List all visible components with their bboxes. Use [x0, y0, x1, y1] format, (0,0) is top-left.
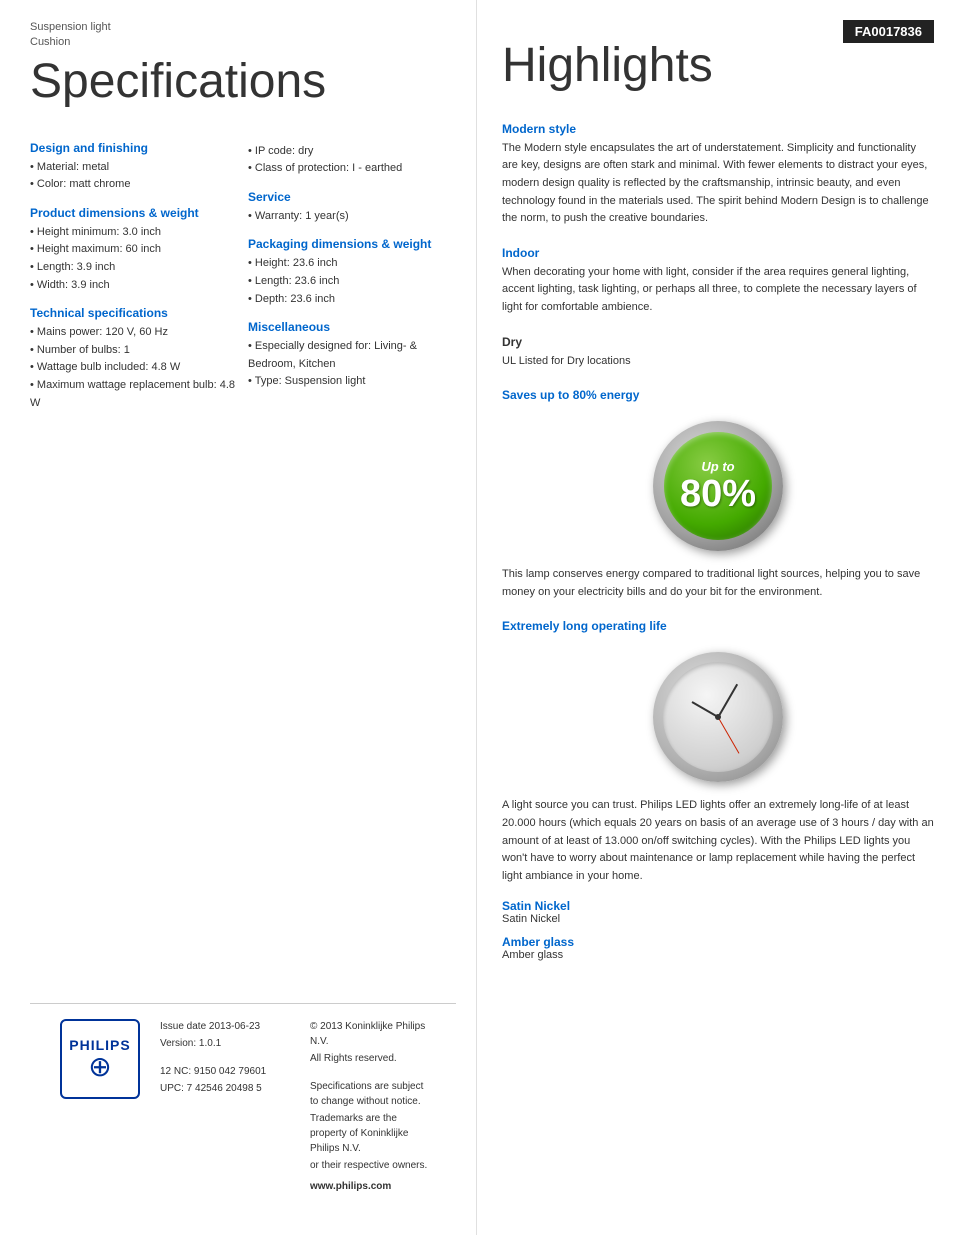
- website: www.philips.com: [310, 1179, 430, 1194]
- spec-item: Warranty: 1 year(s): [248, 208, 456, 226]
- spec-item: IP code: dry: [248, 143, 456, 161]
- specs-right-col: IP code: dry Class of protection: I - ea…: [248, 129, 456, 413]
- spec-item: Material: metal: [30, 159, 238, 177]
- clock-second-hand: [718, 717, 740, 754]
- spec-item: Type: Suspension light: [248, 373, 456, 391]
- product-type: Suspension light: [30, 20, 456, 35]
- footer-col-right: © 2013 Koninklijke Philips N.V. All Righ…: [310, 1019, 430, 1196]
- disclaimer3: or their respective owners.: [310, 1158, 430, 1173]
- design-finishing-title: Design and finishing: [30, 141, 238, 155]
- modern-style-text: The Modern style encapsulates the art of…: [502, 140, 934, 228]
- spec-item: Height minimum: 3.0 inch: [30, 224, 238, 242]
- spec-item: Number of bulbs: 1: [30, 342, 238, 360]
- miscellaneous-list: Especially designed for: Living- & Bedro…: [248, 338, 456, 391]
- left-column: Suspension light Cushion Specifications …: [0, 0, 477, 1235]
- highlights-content: Highlights FA0017836 Modern style The Mo…: [502, 10, 934, 961]
- dry-text: UL Listed for Dry locations: [502, 353, 934, 371]
- design-finishing-list: Material: metal Color: matt chrome: [30, 159, 238, 194]
- footer-info: Issue date 2013-06-23 Version: 1.0.1 12 …: [160, 1019, 430, 1200]
- spec-item: Maximum wattage replacement bulb: 4.8 W: [30, 377, 238, 412]
- clock-minute-hand: [717, 684, 737, 718]
- copyright: © 2013 Koninklijke Philips N.V.: [310, 1019, 430, 1049]
- spec-item: Class of protection: I - earthed: [248, 160, 456, 178]
- packaging-title: Packaging dimensions & weight: [248, 237, 456, 251]
- satin-nickel-title: Satin Nickel: [502, 899, 934, 913]
- philips-symbol: ⊕: [88, 1053, 111, 1081]
- spec-item: Color: matt chrome: [30, 176, 238, 194]
- spec-item: Depth: 23.6 inch: [248, 291, 456, 309]
- energy-title: Saves up to 80% energy: [502, 388, 934, 402]
- spec-item: Height maximum: 60 inch: [30, 241, 238, 259]
- miscellaneous-title: Miscellaneous: [248, 320, 456, 334]
- spec-item: Especially designed for: Living- & Bedro…: [248, 338, 456, 373]
- footer-col-left: Issue date 2013-06-23 Version: 1.0.1 12 …: [160, 1019, 280, 1196]
- long-life-text: A light source you can trust. Philips LE…: [502, 797, 934, 885]
- spec-item: Mains power: 120 V, 60 Hz: [30, 324, 238, 342]
- specs-two-col: Design and finishing Material: metal Col…: [30, 129, 456, 413]
- clock-container: [502, 652, 934, 782]
- service-list: Warranty: 1 year(s): [248, 208, 456, 226]
- spec-item: Height: 23.6 inch: [248, 255, 456, 273]
- technical-specs-title: Technical specifications: [30, 306, 238, 320]
- fa-badge: FA0017836: [843, 20, 934, 43]
- product-dimensions-list: Height minimum: 3.0 inch Height maximum:…: [30, 224, 238, 294]
- version: Version: 1.0.1: [160, 1036, 280, 1051]
- amber-glass-value: Amber glass: [502, 949, 934, 961]
- service-title: Service: [248, 190, 456, 204]
- specs-left-col: Design and finishing Material: metal Col…: [30, 129, 238, 413]
- energy-badge: Up to 80%: [653, 421, 783, 551]
- modern-style-title: Modern style: [502, 122, 934, 136]
- page: Suspension light Cushion Specifications …: [0, 0, 954, 1235]
- amber-glass-title: Amber glass: [502, 935, 934, 949]
- packaging-list: Height: 23.6 inch Length: 23.6 inch Dept…: [248, 255, 456, 308]
- clock-face: [663, 662, 773, 772]
- spec-item: Length: 3.9 inch: [30, 259, 238, 277]
- footer-row-1: Issue date 2013-06-23 Version: 1.0.1 12 …: [160, 1019, 430, 1196]
- specs-title: Specifications: [30, 56, 456, 109]
- indoor-text: When decorating your home with light, co…: [502, 264, 934, 317]
- spec-item: Wattage bulb included: 4.8 W: [30, 359, 238, 377]
- ip-list: IP code: dry Class of protection: I - ea…: [248, 143, 456, 178]
- philips-logo: PHILIPS ⊕: [60, 1019, 140, 1099]
- long-life-title: Extremely long operating life: [502, 619, 934, 633]
- indoor-title: Indoor: [502, 246, 934, 260]
- energy-up-to: Up to: [701, 460, 734, 473]
- upc-label: UPC: 7 42546 20498 5: [160, 1081, 280, 1096]
- clock-inner: [663, 662, 773, 772]
- rights: All Rights reserved.: [310, 1051, 430, 1066]
- disclaimer2: Trademarks are the property of Koninklij…: [310, 1111, 430, 1156]
- issue-date: Issue date 2013-06-23: [160, 1019, 280, 1034]
- highlights-title: Highlights: [502, 40, 713, 93]
- product-subtype: Cushion: [30, 35, 456, 50]
- energy-inner: Up to 80%: [664, 432, 772, 540]
- clock-outer: [653, 652, 783, 782]
- dry-title: Dry: [502, 335, 934, 349]
- product-dimensions-title: Product dimensions & weight: [30, 206, 238, 220]
- footer: PHILIPS ⊕ Issue date 2013-06-23 Version:…: [30, 1003, 456, 1215]
- energy-text: This lamp conserves energy compared to t…: [502, 566, 934, 601]
- satin-nickel-value: Satin Nickel: [502, 913, 934, 925]
- energy-badge-container: Up to 80%: [502, 421, 934, 551]
- right-column: Highlights FA0017836 Modern style The Mo…: [477, 0, 954, 1235]
- technical-specs-list: Mains power: 120 V, 60 Hz Number of bulb…: [30, 324, 238, 412]
- clock-center-dot: [715, 714, 721, 720]
- energy-percent: 80%: [680, 475, 756, 513]
- disclaimer1: Specifications are subject to change wit…: [310, 1079, 430, 1109]
- spec-item: Length: 23.6 inch: [248, 273, 456, 291]
- spec-item: Width: 3.9 inch: [30, 277, 238, 295]
- nc-label: 12 NC: 9150 042 79601: [160, 1064, 280, 1079]
